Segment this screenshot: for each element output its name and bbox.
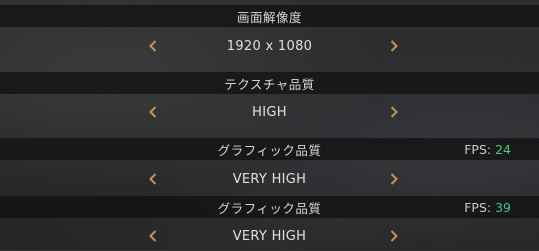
- fps-value-2: 39: [495, 199, 511, 215]
- resolution-header: 画面解像度: [0, 5, 539, 27]
- chevron-left-icon: [149, 40, 157, 52]
- fps-readout-2: FPS: 39: [464, 196, 511, 218]
- resolution-prev-button[interactable]: [145, 31, 161, 61]
- graphics-quality-next-button-2[interactable]: [386, 221, 402, 251]
- chevron-right-icon: [390, 230, 398, 242]
- chevron-right-icon: [390, 173, 398, 185]
- graphics-quality-value-1: VERY HIGH: [232, 171, 307, 187]
- texture-quality-selector: HIGH: [0, 97, 539, 127]
- chevron-right-icon: [390, 106, 398, 118]
- texture-quality-header: テクスチャ品質: [0, 72, 539, 94]
- resolution-value: 1920 x 1080: [226, 38, 313, 54]
- graphics-quality-title-1: グラフィック品質: [217, 142, 322, 158]
- texture-quality-prev-button[interactable]: [145, 97, 161, 127]
- resolution-title: 画面解像度: [236, 9, 302, 25]
- texture-quality-value: HIGH: [252, 104, 287, 120]
- resolution-next-button[interactable]: [386, 31, 402, 61]
- graphics-quality-title-2: グラフィック品質: [217, 200, 322, 216]
- chevron-left-icon: [149, 173, 157, 185]
- graphics-quality-header-2: グラフィック品質 FPS: 39: [0, 196, 539, 218]
- graphics-quality-prev-button-2[interactable]: [145, 221, 161, 251]
- chevron-left-icon: [149, 106, 157, 118]
- chevron-right-icon: [390, 40, 398, 52]
- chevron-left-icon: [149, 230, 157, 242]
- fps-readout-1: FPS: 24: [464, 138, 511, 160]
- graphics-quality-value-2: VERY HIGH: [232, 228, 307, 244]
- fps-label-1: FPS:: [464, 141, 492, 157]
- texture-quality-title: テクスチャ品質: [224, 76, 315, 92]
- graphics-quality-next-button-1[interactable]: [386, 164, 402, 194]
- graphics-quality-prev-button-1[interactable]: [145, 164, 161, 194]
- graphics-quality-header-1: グラフィック品質 FPS: 24: [0, 138, 539, 160]
- fps-label-2: FPS:: [464, 199, 492, 215]
- graphics-quality-selector-2: VERY HIGH: [0, 221, 539, 251]
- texture-quality-next-button[interactable]: [386, 97, 402, 127]
- graphics-quality-selector-1: VERY HIGH: [0, 164, 539, 194]
- fps-value-1: 24: [495, 141, 511, 157]
- resolution-selector: 1920 x 1080: [0, 31, 539, 61]
